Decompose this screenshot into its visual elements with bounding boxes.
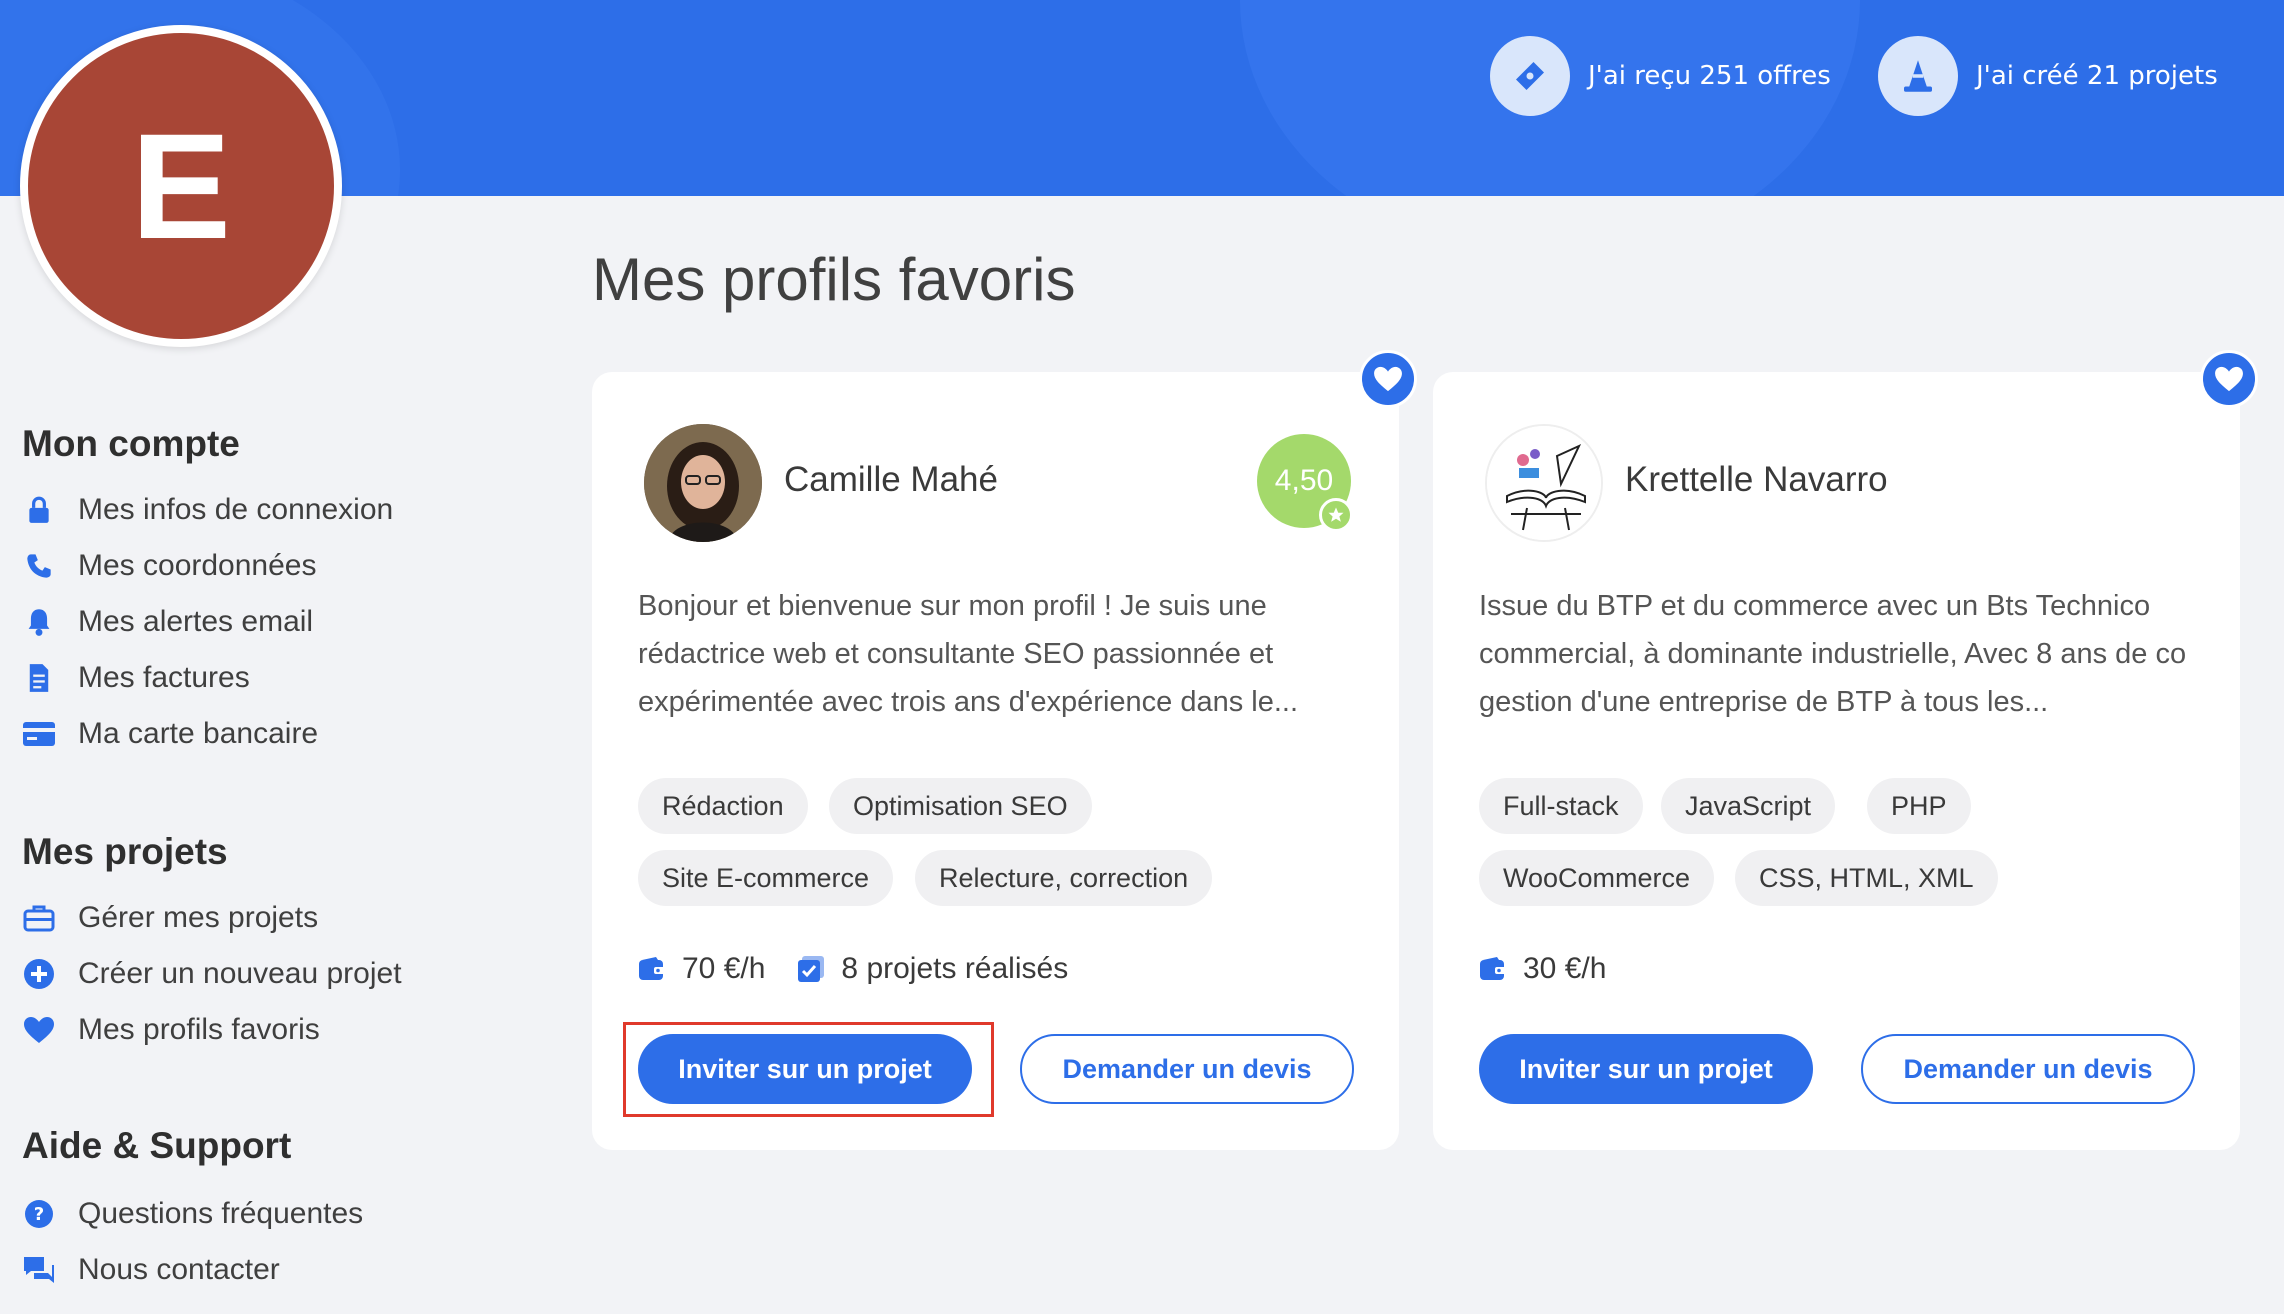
section-title-mes-projets: Mes projets xyxy=(22,831,228,872)
sidebar-item-label: Mes alertes email xyxy=(78,605,314,638)
sidebar-item-profils-favoris[interactable]: Mes profils favoris xyxy=(22,1008,320,1052)
favorite-heart-button[interactable] xyxy=(2200,350,2258,408)
profile-photo[interactable] xyxy=(644,424,762,542)
projects-done-value: 8 projets réalisés xyxy=(841,952,1069,985)
sidebar-item-contact[interactable]: Nous contacter xyxy=(22,1248,280,1292)
profile-bio: Bonjour et bienvenue sur mon profil ! Je… xyxy=(638,590,1299,718)
rating-value: 4,50 xyxy=(1274,464,1334,497)
wallet-icon xyxy=(639,957,665,980)
favorite-heart-button[interactable] xyxy=(1359,350,1417,408)
chat-icon xyxy=(22,1253,56,1287)
skill-tag: Relecture, correction xyxy=(915,850,1213,906)
user-avatar[interactable]: E xyxy=(20,25,342,347)
projects-created-stat: J'ai créé 21 projets xyxy=(1878,33,2218,119)
sidebar-item-label: Mes coordonnées xyxy=(78,549,317,582)
request-quote-button[interactable]: Demander un devis xyxy=(1020,1034,1354,1104)
plus-circle-icon xyxy=(22,957,56,991)
skill-tag: Rédaction xyxy=(638,778,808,834)
skill-tag: Site E-commerce xyxy=(638,850,894,906)
page-title: Mes profils favoris xyxy=(592,246,1076,313)
phone-icon xyxy=(22,549,56,583)
sidebar-item-label: Mes profils favoris xyxy=(78,1013,320,1046)
sidebar-item-label: Mes infos de connexion xyxy=(78,493,394,526)
lock-icon xyxy=(22,493,56,527)
sidebar-item-label: Créer un nouveau projet xyxy=(78,957,402,990)
sidebar-item-gerer-projets[interactable]: Gérer mes projets xyxy=(22,896,318,940)
svg-text:?: ? xyxy=(34,1204,44,1225)
projects-created-label: J'ai créé 21 projets xyxy=(1976,61,2218,91)
cone-icon xyxy=(1878,36,1958,116)
hourly-rate-value: 70 €/h xyxy=(682,952,766,985)
rating-badge: 4,50 xyxy=(1257,434,1353,532)
sidebar-item-nouveau-projet[interactable]: Créer un nouveau projet xyxy=(22,952,402,996)
sidebar-item-label: Nous contacter xyxy=(78,1253,280,1286)
skill-tag: Optimisation SEO xyxy=(829,778,1092,834)
hourly-rate: 70 €/h xyxy=(638,952,765,986)
skill-tag: WooCommerce xyxy=(1479,850,1715,906)
sidebar-item-factures[interactable]: Mes factures xyxy=(22,656,250,700)
projects-done: 8 projets réalisés xyxy=(797,952,1068,986)
sidebar-item-label: Ma carte bancaire xyxy=(78,717,319,750)
hourly-rate-value: 30 €/h xyxy=(1523,952,1607,985)
sidebar-item-label: Questions fréquentes xyxy=(78,1197,364,1230)
header-banner: J'ai reçu 251 offres J'ai créé 21 projet… xyxy=(0,0,2284,196)
sidebar-item-label: Mes factures xyxy=(78,661,250,694)
wallet-icon xyxy=(1480,957,1506,980)
profile-name[interactable]: Camille Mahé xyxy=(784,460,998,500)
bell-icon xyxy=(22,605,56,639)
section-title-aide-support: Aide & Support xyxy=(22,1125,292,1166)
offers-received-label: J'ai reçu 251 offres xyxy=(1588,61,1831,91)
skill-tag: PHP xyxy=(1867,778,1971,834)
profile-meta: 30 €/h xyxy=(1479,952,1638,986)
sidebar-item-connexion[interactable]: Mes infos de connexion xyxy=(22,488,393,532)
profile-name[interactable]: Krettelle Navarro xyxy=(1625,460,1888,500)
credit-card-icon xyxy=(22,717,56,751)
heart-icon xyxy=(22,1013,56,1047)
request-quote-button[interactable]: Demander un devis xyxy=(1861,1034,2195,1104)
question-icon: ? xyxy=(22,1197,56,1231)
sidebar-item-alertes[interactable]: Mes alertes email xyxy=(22,600,313,644)
profile-photo[interactable] xyxy=(1485,424,1603,542)
section-title-mon-compte: Mon compte xyxy=(22,423,240,464)
checklist-icon xyxy=(798,956,825,982)
sidebar-item-label: Gérer mes projets xyxy=(78,901,319,934)
star-icon xyxy=(1319,498,1353,532)
briefcase-icon xyxy=(22,901,56,935)
profile-bio: Issue du BTP et du commerce avec un Bts … xyxy=(1479,590,2187,718)
profile-meta: 70 €/h 8 projets réalisés xyxy=(638,952,1100,986)
profile-card[interactable]: Camille Mahé 4,50 Bonjour et bienvenue s… xyxy=(592,350,1417,1150)
sidebar-item-coordonnees[interactable]: Mes coordonnées xyxy=(22,544,316,588)
invite-to-project-button[interactable]: Inviter sur un projet xyxy=(638,1034,972,1104)
sidebar-item-carte[interactable]: Ma carte bancaire xyxy=(22,712,318,756)
sidebar-item-faq[interactable]: ? Questions fréquentes xyxy=(22,1192,363,1236)
offers-received-stat: J'ai reçu 251 offres xyxy=(1490,33,1831,119)
invoice-icon xyxy=(22,661,56,695)
ticket-icon xyxy=(1490,36,1570,116)
invite-to-project-button[interactable]: Inviter sur un projet xyxy=(1479,1034,1813,1104)
skill-tag: JavaScript xyxy=(1661,778,1836,834)
skill-tag: Full-stack xyxy=(1479,778,1643,834)
skill-tag: CSS, HTML, XML xyxy=(1735,850,1998,906)
hourly-rate: 30 €/h xyxy=(1479,952,1606,986)
profile-card[interactable]: Krettelle Navarro Issue du BTP et du com… xyxy=(1433,350,2258,1150)
